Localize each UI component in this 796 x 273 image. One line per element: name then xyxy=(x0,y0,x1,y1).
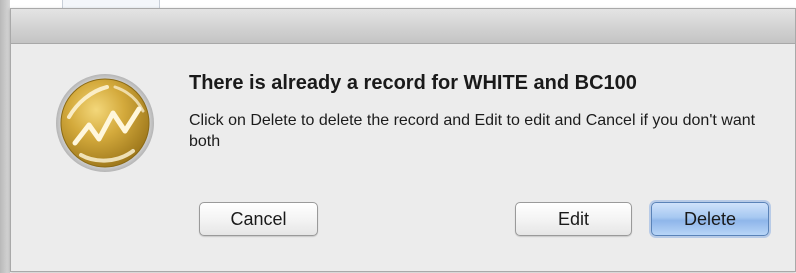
alert-dialog: There is already a record for WHITE and … xyxy=(10,8,796,272)
background-window-edge xyxy=(0,0,10,273)
delete-button[interactable]: Delete xyxy=(651,202,769,236)
app-icon-graphic xyxy=(56,74,154,172)
screen: There is already a record for WHITE and … xyxy=(0,0,796,273)
dialog-message: Click on Delete to delete the record and… xyxy=(189,112,756,150)
app-icon xyxy=(55,73,155,173)
edit-button[interactable]: Edit xyxy=(515,202,632,236)
dialog-heading: There is already a record for WHITE and … xyxy=(189,72,637,94)
cancel-button[interactable]: Cancel xyxy=(199,202,318,236)
dialog-title-bar[interactable] xyxy=(11,9,795,44)
